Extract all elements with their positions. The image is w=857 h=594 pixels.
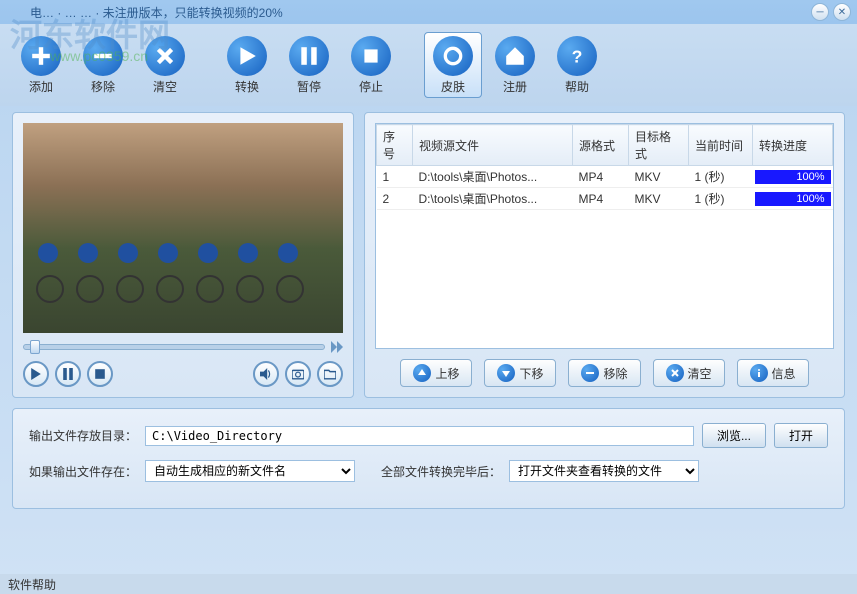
stop-icon [351,36,391,76]
file-table[interactable]: 序号视频源文件源格式目标格式当前时间转换进度 1D:\tools\桌面\Phot… [375,123,834,349]
skin-icon [433,36,473,76]
table-row[interactable]: 2D:\tools\桌面\Photos...MP4MKV1 (秒)100% [377,188,833,210]
add-button[interactable]: 添加 [12,32,70,98]
plus-icon [21,36,61,76]
move-down-button[interactable]: 下移 [484,359,556,387]
seek-slider[interactable] [23,344,325,350]
info-button[interactable]: 信息 [737,359,809,387]
help-button[interactable]: ? 帮助 [548,32,606,98]
output-dir-input[interactable] [145,426,694,446]
skin-button[interactable]: 皮肤 [424,32,482,98]
tool-label: 转换 [235,78,259,95]
play-icon [227,36,267,76]
tool-label: 清空 [153,78,177,95]
tool-label: 停止 [359,78,383,95]
pause-button[interactable]: 暂停 [280,32,338,98]
exists-label: 如果输出文件存在： [29,463,137,480]
window-title: 电… · … … · 未注册版本，只能转换视频的20% [30,4,811,21]
progress-bar: 100% [755,170,831,184]
seek-end-icon [331,341,343,353]
volume-button[interactable] [253,361,279,387]
player-controls [23,361,343,387]
clear-button[interactable]: 清空 [136,32,194,98]
remove-button[interactable]: 移除 [74,32,132,98]
question-icon: ? [557,36,597,76]
preview-panel [12,112,354,398]
progress-bar: 100% [755,192,831,206]
tool-label: 添加 [29,78,53,95]
open-button[interactable]: 打开 [774,423,828,448]
tool-label: 移除 [91,78,115,95]
tool-label: 暂停 [297,78,321,95]
file-list-panel: 序号视频源文件源格式目标格式当前时间转换进度 1D:\tools\桌面\Phot… [364,112,845,398]
stop-button[interactable] [87,361,113,387]
register-button[interactable]: 注册 [486,32,544,98]
list-action-buttons: 上移 下移 移除 清空 信息 [375,359,834,387]
move-up-button[interactable]: 上移 [400,359,472,387]
status-bar: 软件帮助 [0,574,857,594]
svg-text:?: ? [572,46,583,66]
column-header[interactable]: 当前时间 [689,125,753,166]
column-header[interactable]: 源格式 [573,125,629,166]
browse-button[interactable]: 浏览... [702,423,766,448]
column-header[interactable]: 转换进度 [753,125,833,166]
after-select[interactable]: 打开文件夹查看转换的文件 [509,460,699,482]
column-header[interactable]: 序号 [377,125,413,166]
column-header[interactable]: 视频源文件 [413,125,573,166]
snapshot-button[interactable] [285,361,311,387]
exists-select[interactable]: 自动生成相应的新文件名 [145,460,355,482]
play-button[interactable] [23,361,49,387]
convert-button[interactable]: 转换 [218,32,276,98]
window-controls: ─ ✕ [811,3,851,21]
main-toolbar: 添加 移除 清空 转换 暂停 停止 皮肤 注册? 帮助 [0,24,857,106]
remove-item-button[interactable]: 移除 [568,359,640,387]
column-header[interactable]: 目标格式 [629,125,689,166]
pause-icon [289,36,329,76]
pause-button[interactable] [55,361,81,387]
tool-label: 皮肤 [441,78,465,95]
x-icon [145,36,185,76]
output-settings-panel: 输出文件存放目录： 浏览... 打开 如果输出文件存在： 自动生成相应的新文件名… [12,408,845,509]
tool-label: 帮助 [565,78,589,95]
after-label: 全部文件转换完毕后： [381,463,501,480]
stop-button[interactable]: 停止 [342,32,400,98]
minus-icon [83,36,123,76]
close-button[interactable]: ✕ [833,3,851,21]
home-icon [495,36,535,76]
tool-label: 注册 [503,78,527,95]
video-preview[interactable] [23,123,343,333]
titlebar: 电… · … … · 未注册版本，只能转换视频的20% ─ ✕ [0,0,857,24]
minimize-button[interactable]: ─ [811,3,829,21]
clear-list-button[interactable]: 清空 [653,359,725,387]
open-folder-button[interactable] [317,361,343,387]
table-row[interactable]: 1D:\tools\桌面\Photos...MP4MKV1 (秒)100% [377,166,833,188]
output-dir-label: 输出文件存放目录： [29,427,137,444]
